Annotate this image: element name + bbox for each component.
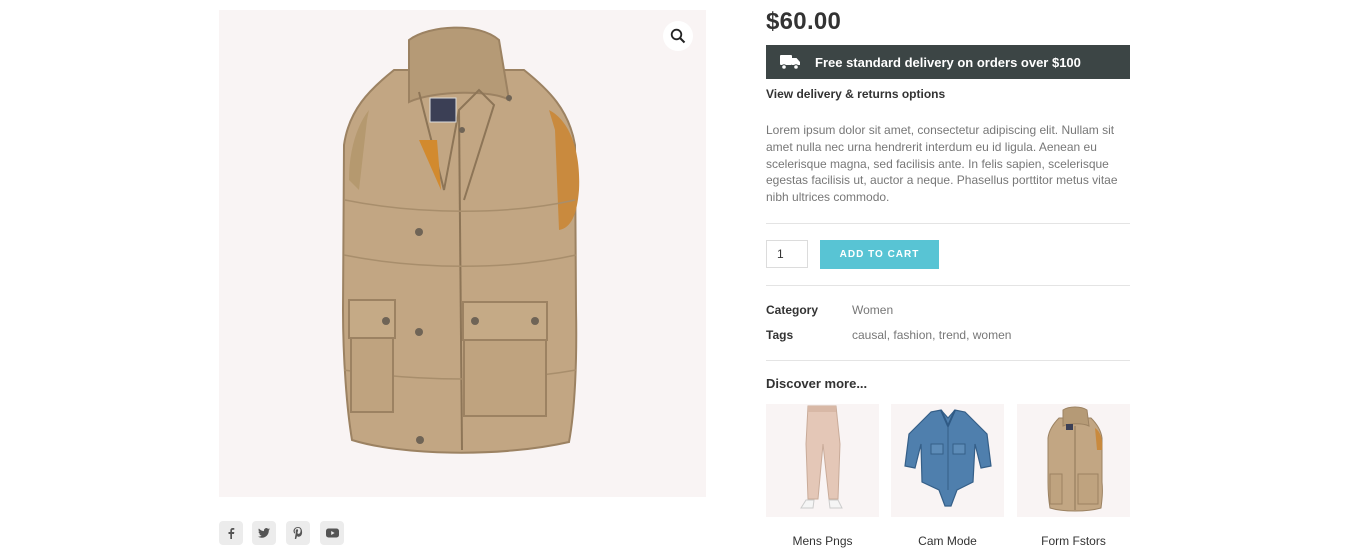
share-twitter-button[interactable] <box>252 521 276 545</box>
related-product-name[interactable]: Cam Mode <box>891 534 1004 548</box>
facebook-icon <box>228 528 235 539</box>
magnifier-icon <box>670 28 686 44</box>
twitter-icon <box>258 528 270 538</box>
category-label: Category <box>766 303 819 317</box>
beige-pants-image <box>800 405 843 509</box>
share-facebook-button[interactable] <box>219 521 243 545</box>
tags-label: Tags <box>766 328 794 342</box>
delivery-banner: Free standard delivery on orders over $1… <box>766 45 1130 79</box>
share-youtube-button[interactable] <box>320 521 344 545</box>
truck-icon <box>780 54 801 70</box>
quantity-input[interactable] <box>766 240 808 268</box>
share-pinterest-button[interactable] <box>286 521 310 545</box>
related-product-name[interactable]: Form Fstors <box>1017 534 1130 548</box>
denim-shirt-image <box>904 409 992 507</box>
tag-link[interactable]: fashion <box>893 328 932 342</box>
divider <box>766 285 1130 286</box>
tag-link[interactable]: trend <box>939 328 966 342</box>
related-product-card[interactable] <box>1017 404 1130 517</box>
product-price: $60.00 <box>766 8 842 35</box>
related-product-card[interactable] <box>891 404 1004 517</box>
product-image[interactable] <box>219 10 706 497</box>
delivery-banner-text: Free standard delivery on orders over $1… <box>815 54 1081 70</box>
vest-image <box>341 26 580 454</box>
category-link[interactable]: Women <box>852 303 893 317</box>
product-description: Lorem ipsum dolor sit amet, consectetur … <box>766 123 1118 205</box>
pinterest-icon <box>293 527 303 539</box>
tag-link[interactable]: causal <box>852 328 887 342</box>
discover-more-title: Discover more... <box>766 376 868 391</box>
tag-link[interactable]: women <box>973 328 1012 342</box>
add-to-cart-button[interactable]: ADD TO CART <box>820 240 939 269</box>
tags-list: causal, fashion, trend, women <box>852 328 1012 342</box>
tan-vest-image <box>1047 406 1103 512</box>
divider <box>766 360 1130 361</box>
zoom-button[interactable] <box>663 21 693 51</box>
delivery-returns-link[interactable]: View delivery & returns options <box>766 87 945 101</box>
related-product-name[interactable]: Mens Pngs <box>766 534 879 548</box>
related-product-card[interactable] <box>766 404 879 517</box>
divider <box>766 223 1130 224</box>
youtube-icon <box>325 528 339 538</box>
